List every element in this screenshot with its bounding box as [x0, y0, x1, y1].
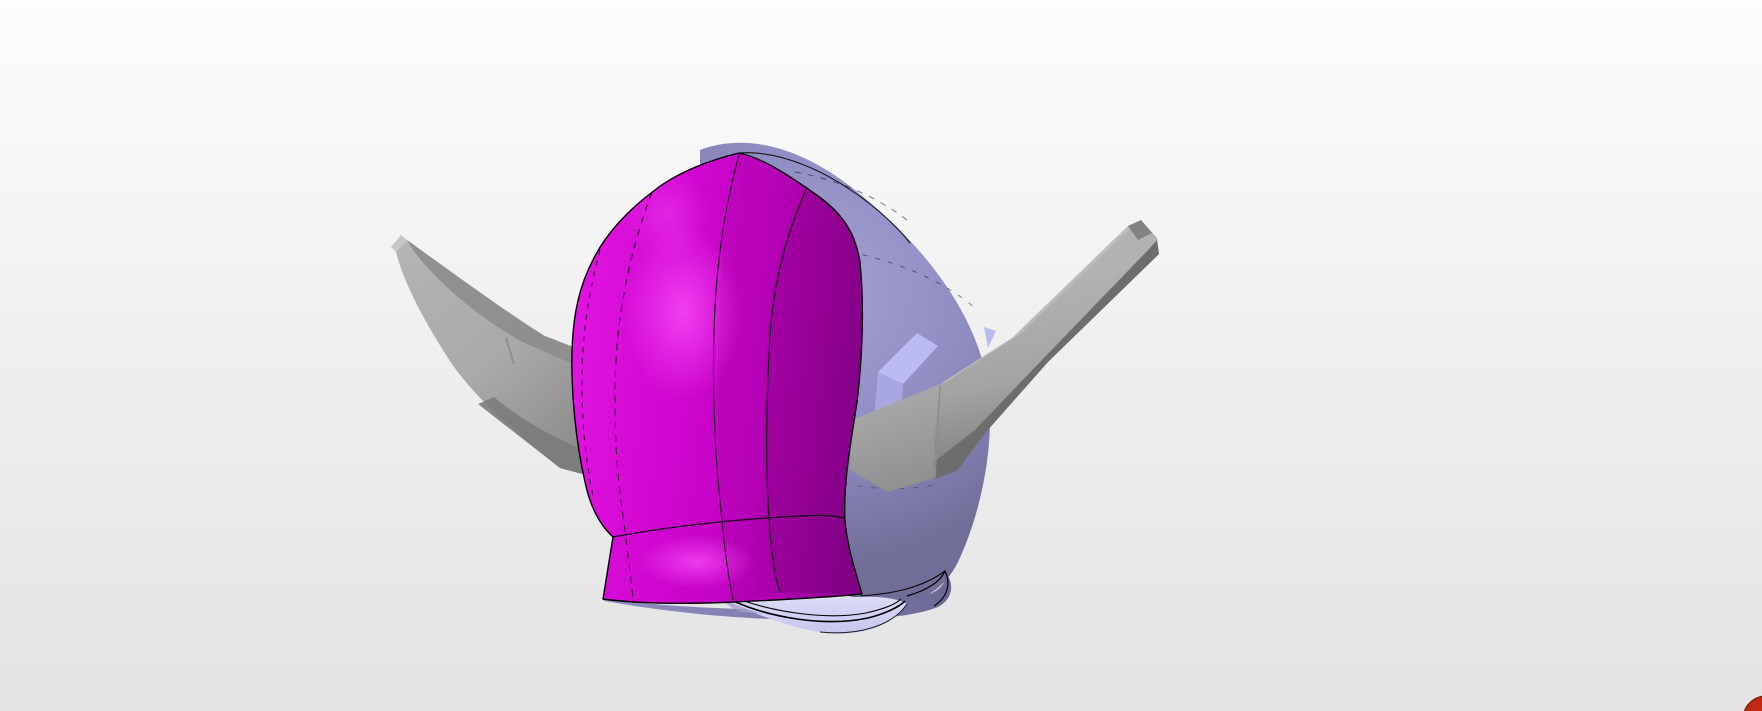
front-shell-highlight-brim: [639, 535, 755, 589]
cad-viewport: [0, 0, 1762, 711]
viewport-canvas[interactable]: [0, 0, 1762, 711]
